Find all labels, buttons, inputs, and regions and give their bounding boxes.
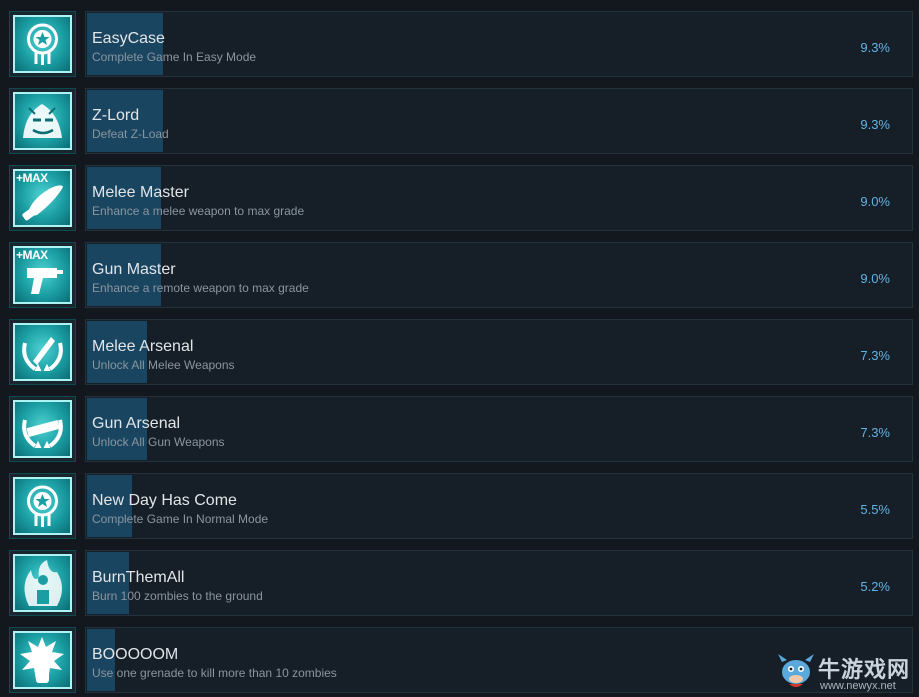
achievement-description: Unlock All Melee Weapons <box>92 358 235 372</box>
achievement-description: Unlock All Gun Weapons <box>92 435 225 449</box>
achievement-name: Melee Arsenal <box>92 338 194 355</box>
medal-star-icon <box>13 477 72 535</box>
achievement-name: Z-Lord <box>92 107 140 124</box>
achievement-description: Complete Game In Normal Mode <box>92 512 269 526</box>
achievement-description: Burn 100 zombies to the ground <box>92 589 263 603</box>
unlock-percentage: 7.3% <box>860 425 890 440</box>
machete-max-icon: +MAX <box>13 169 72 227</box>
unlock-percentage: 5.5% <box>860 502 890 517</box>
achievement-row[interactable]: New Day Has Come Complete Game In Normal … <box>0 473 919 539</box>
unlock-percentage: 9.0% <box>860 194 890 209</box>
achievement-description: Use one grenade to kill more than 10 zom… <box>92 666 337 680</box>
zombie-boss-icon <box>13 92 72 150</box>
achievement-description: Complete Game In Easy Mode <box>92 50 257 64</box>
gun-laurel-icon <box>13 400 72 458</box>
achievement-row[interactable]: +MAX Gun Master Enhance a remote weapon to… <box>0 242 919 308</box>
achievement-row[interactable]: Melee Arsenal Unlock All Melee Weapons 7.3… <box>0 319 919 385</box>
fire-zombie-icon <box>13 554 72 612</box>
achievement-description: Defeat Z-Load <box>92 127 169 141</box>
achievement-panel: Gun Arsenal Unlock All Gun Weapons 7.3% <box>85 396 913 462</box>
melee-laurel-icon <box>13 323 72 381</box>
achievement-panel: New Day Has Come Complete Game In Normal … <box>85 473 913 539</box>
achievement-description: Enhance a melee weapon to max grade <box>92 204 305 218</box>
unlock-percentage: 7.3% <box>860 348 890 363</box>
achievement-icon-frame: +MAX <box>9 242 76 308</box>
achievement-panel: Z-Lord Defeat Z-Load 9.3% <box>85 88 913 154</box>
achievement-panel: Melee Master Enhance a melee weapon to ma… <box>85 165 913 231</box>
achievement-panel: EasyCase Complete Game In Easy Mode 9.3% <box>85 11 913 77</box>
unlock-percentage: 9.3% <box>860 40 890 55</box>
unlock-percentage: 5.2% <box>860 579 890 594</box>
achievement-name: Gun Master <box>92 261 176 278</box>
unlock-percentage: 9.0% <box>860 271 890 286</box>
achievement-icon-frame <box>9 473 76 539</box>
achievement-name: Melee Master <box>92 184 189 201</box>
max-badge: +MAX <box>16 248 48 262</box>
pistol-max-icon: +MAX <box>13 246 72 304</box>
achievement-row[interactable]: Z-Lord Defeat Z-Load 9.3% <box>0 88 919 154</box>
achievement-icon-frame: +MAX <box>9 165 76 231</box>
achievement-row[interactable]: +MAX Melee Master Enhance a melee weapon t… <box>0 165 919 231</box>
unlock-percentage: 9.3% <box>860 117 890 132</box>
medal-star-icon <box>13 15 72 73</box>
achievement-icon-frame <box>9 88 76 154</box>
achievement-panel: Gun Master Enhance a remote weapon to max… <box>85 242 913 308</box>
achievement-icon-frame <box>9 550 76 616</box>
cow-logo-icon <box>778 654 814 687</box>
achievement-name: New Day Has Come <box>92 492 237 509</box>
achievement-panel: BurnThemAll Burn 100 zombies to the groun… <box>85 550 913 616</box>
achievement-row[interactable]: BurnThemAll Burn 100 zombies to the groun… <box>0 550 919 616</box>
achievement-icon-frame <box>9 396 76 462</box>
achievement-icon-frame <box>9 319 76 385</box>
explosion-fist-icon <box>13 631 72 689</box>
achievement-description: Enhance a remote weapon to max grade <box>92 281 309 295</box>
achievement-row[interactable]: Gun Arsenal Unlock All Gun Weapons 7.3% <box>0 396 919 462</box>
achievement-name: BOOOOOM <box>92 646 179 663</box>
achievement-icon-frame <box>9 627 76 693</box>
site-watermark: 牛游戏网 www.newyx.net <box>776 650 916 694</box>
max-badge: +MAX <box>16 171 48 185</box>
achievement-panel: Melee Arsenal Unlock All Melee Weapons 7.3… <box>85 319 913 385</box>
achievement-name: Gun Arsenal <box>92 415 181 432</box>
watermark-url: www.newyx.net <box>820 680 896 692</box>
achievement-row[interactable]: EasyCase Complete Game In Easy Mode 9.3% <box>0 11 919 77</box>
achievement-name: BurnThemAll <box>92 569 185 586</box>
achievement-icon-frame <box>9 11 76 77</box>
achievement-name: EasyCase <box>92 30 165 47</box>
achievement-list: EasyCase Complete Game In Easy Mode 9.3% Z-… <box>0 0 919 697</box>
